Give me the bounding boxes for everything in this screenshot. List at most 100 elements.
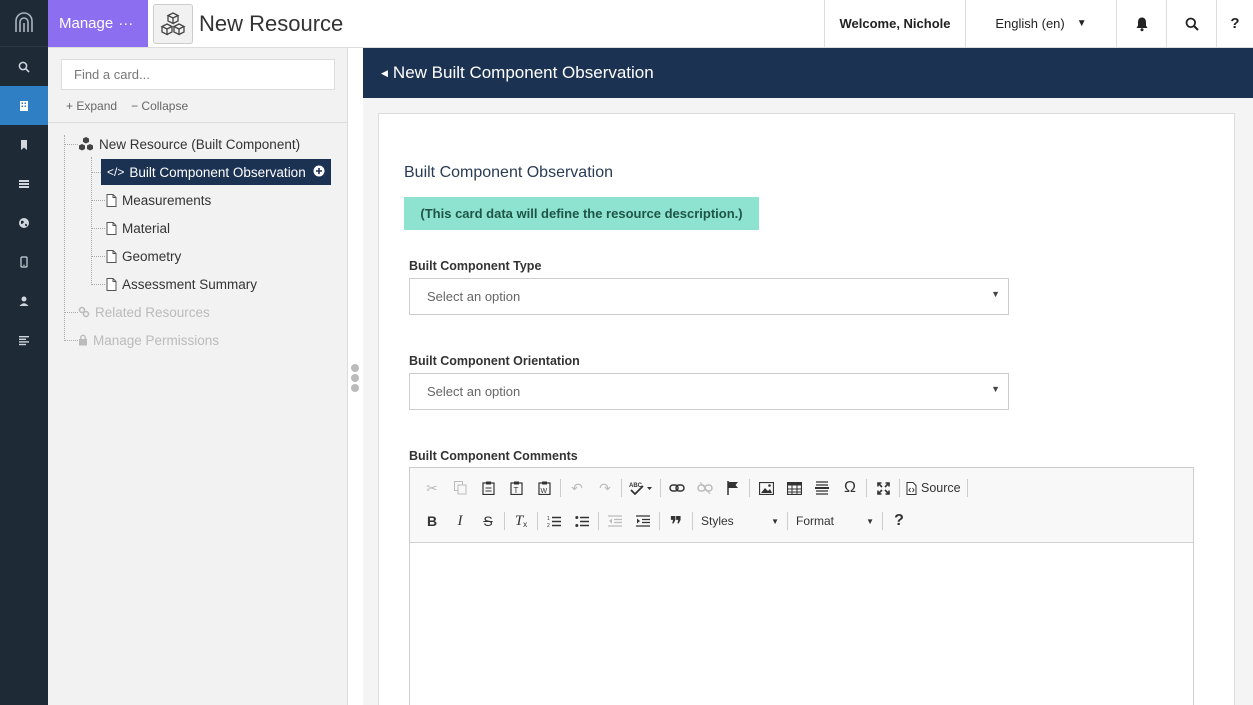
unlink-icon[interactable] [691,476,719,500]
add-circle-icon[interactable] [313,165,325,180]
italic-icon[interactable]: I [446,509,474,533]
table-icon[interactable] [780,476,808,500]
nav-globe-icon[interactable] [0,203,48,242]
language-select[interactable]: English (en) ▼ [965,0,1116,47]
toolbar-separator [899,479,900,497]
comments-editor-area[interactable] [410,543,1193,705]
expand-button[interactable]: + Expand [66,99,117,113]
welcome-user[interactable]: Welcome, Nichole [824,0,965,47]
top-bar: Manage ··· New Resource Welcome, Nichole… [48,0,1253,48]
toolbar-separator [692,512,693,530]
redo-icon[interactable]: ↷ [591,476,619,500]
tree-node-root[interactable]: New Resource (Built Component) [78,131,300,157]
bell-icon [1136,17,1147,31]
source-file-icon [906,481,917,495]
expand-label: Expand [76,99,118,113]
built-component-orientation-select[interactable]: Select an option ▼ [409,373,1009,410]
tree-node-child[interactable]: Assessment Summary [106,271,257,297]
bulleted-list-icon[interactable] [568,509,596,533]
svg-text:T: T [513,486,518,495]
toolbar-separator [560,479,561,497]
blockquote-icon[interactable]: ❞ [662,509,690,536]
caret-left-icon[interactable]: ◀ [381,68,388,79]
nav-search-icon[interactable] [0,47,48,86]
caret-down-icon: ▼ [991,384,1000,394]
tree-connector [91,157,92,285]
image-icon[interactable] [752,476,780,500]
special-char-icon[interactable]: Ω [836,476,864,500]
select-value: Select an option [427,384,521,399]
link-icon [78,306,90,318]
paste-icon[interactable] [474,476,502,500]
help-button[interactable]: ? [1216,0,1253,47]
paste-text-icon[interactable]: T [502,476,530,500]
lock-icon [78,334,88,346]
card-title: Built Component Observation [404,164,613,181]
svg-text:2: 2 [547,523,550,528]
tree-node-child[interactable]: Geometry [106,243,181,269]
undo-icon[interactable]: ↶ [563,476,591,500]
tree-node-label: Material [122,220,171,236]
source-button[interactable]: Source [902,476,965,500]
copy-icon[interactable] [446,476,474,500]
nav-notes-icon[interactable] [0,320,48,359]
file-icon [106,249,117,263]
format-dropdown[interactable]: Format ▼ [790,510,880,532]
tree-node-label: New Resource (Built Component) [99,136,301,152]
tree-connector [91,228,105,229]
field-label-orientation: Built Component Orientation [409,354,580,368]
link-icon[interactable] [663,476,691,500]
card-form: Built Component Observation (This card d… [378,113,1235,705]
tree-node-child[interactable]: Measurements [106,187,211,213]
help-icon[interactable]: ? [885,509,913,533]
tree-node-selected[interactable]: </> Built Component Observation [101,159,331,185]
svg-text:W: W [540,488,547,495]
tree-node-permissions[interactable]: Manage Permissions [78,327,219,353]
tree-node-label: Built Component Observation [129,164,306,180]
toolbar-separator [504,512,505,530]
search-button[interactable] [1166,0,1216,47]
toolbar-separator [621,479,622,497]
tree-node-related[interactable]: Related Resources [78,299,210,325]
tree-connector [91,256,105,257]
nav-resource-icon[interactable] [0,86,48,125]
indent-icon[interactable] [629,509,657,533]
tree-connector [91,284,105,285]
rich-text-editor: ✂ T W ↶ ↷ ABC Ω Source B I S T x 1 2 ❞ S… [409,467,1194,705]
tree-node-child[interactable]: Material [106,215,170,241]
paste-word-icon[interactable]: W [530,476,558,500]
cut-icon[interactable]: ✂ [418,476,446,500]
styles-dropdown[interactable]: Styles ▼ [695,510,785,532]
toolbar-separator [787,512,788,530]
search-icon [1185,17,1199,31]
nav-user-icon[interactable] [0,281,48,320]
anchor-flag-icon[interactable] [719,476,747,500]
toolbar-separator [966,479,968,497]
manage-button[interactable]: Manage ··· [48,0,148,47]
built-component-type-select[interactable]: Select an option ▼ [409,278,1009,315]
toolbar-separator [537,512,538,530]
find-card-input[interactable] [61,59,335,90]
numbered-list-icon[interactable]: 12 [540,509,568,533]
spellcheck-icon[interactable]: ABC [624,476,658,500]
nav-bookmark-icon[interactable] [0,125,48,164]
notifications-button[interactable] [1116,0,1166,47]
outdent-icon[interactable] [601,509,629,533]
horizontal-line-icon[interactable] [808,476,836,500]
help-icon: ? [1230,15,1240,32]
remove-format-icon[interactable]: Tx [507,509,535,533]
expand-collapse-controls: + Expand − Collapse [66,99,188,113]
strikethrough-icon[interactable]: S [474,509,502,533]
resource-title-area: New Resource [148,0,824,47]
bold-icon[interactable]: B [418,509,446,533]
panel-resize-handle[interactable] [350,364,360,394]
divider [48,122,348,123]
nav-list-icon[interactable] [0,164,48,203]
field-label-type: Built Component Type [409,259,542,273]
card-description-note: (This card data will define the resource… [404,197,759,230]
collapse-button[interactable]: − Collapse [131,99,188,113]
maximize-icon[interactable] [869,476,897,500]
caret-down-icon: ▼ [991,289,1000,299]
nav-mobile-icon[interactable] [0,242,48,281]
app-logo-icon[interactable] [0,0,48,47]
